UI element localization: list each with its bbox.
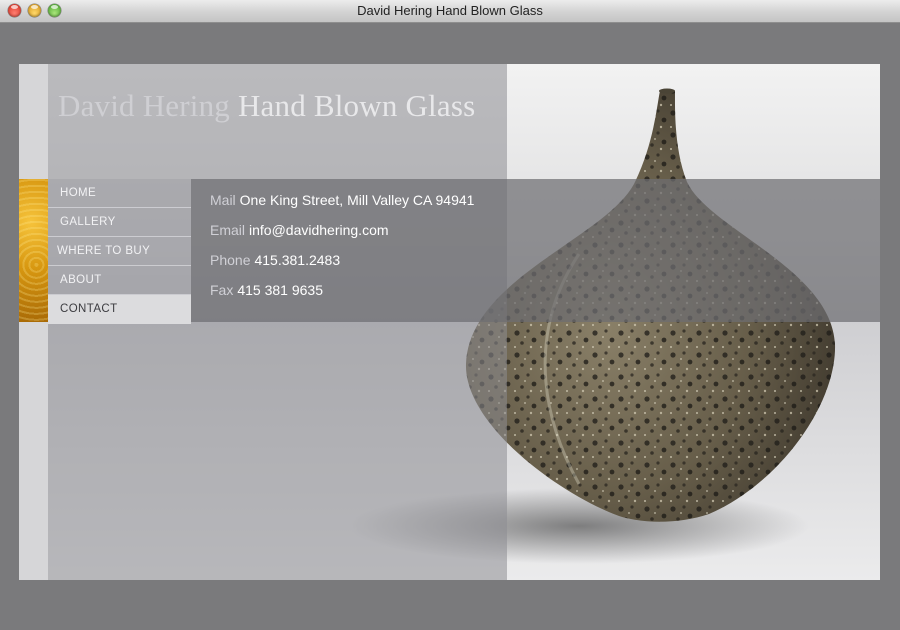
window-title: David Hering Hand Blown Glass [357,3,543,18]
nav-item-gallery[interactable]: GALLERY [48,208,191,237]
contact-fax-row: Fax 415 381 9635 [210,282,323,298]
contact-panel: Mail One King Street, Mill Valley CA 9494… [191,179,880,322]
left-strip [19,64,48,580]
mail-label: Mail [210,192,236,208]
fax-value: 415 381 9635 [237,282,323,298]
phone-value: 415.381.2483 [254,252,341,268]
main-nav: HOME GALLERY WHERE TO BUY ABOUT CONTACT [48,179,191,324]
phone-label: Phone [210,252,251,268]
mail-value: One King Street, Mill Valley CA 94941 [239,192,475,208]
site-title-name: David Hering [58,88,230,123]
window-titlebar: David Hering Hand Blown Glass [0,0,900,23]
site-title-rest: Hand Blown Glass [230,88,476,123]
nav-item-home[interactable]: HOME [48,179,191,208]
contact-phone-row: Phone 415.381.2483 [210,252,340,268]
site-page: David Hering Hand Blown Glass HOME GALLE… [19,64,880,580]
contact-mail-row: Mail One King Street, Mill Valley CA 9494… [210,192,474,208]
nav-item-where-to-buy[interactable]: WHERE TO BUY [48,237,191,266]
amber-glass-swatch [19,179,48,322]
nav-item-about[interactable]: ABOUT [48,266,191,295]
email-label: Email [210,222,246,238]
email-link[interactable]: info@davidhering.com [249,222,389,238]
site-title[interactable]: David Hering Hand Blown Glass [58,88,475,124]
nav-item-contact[interactable]: CONTACT [48,295,191,324]
contact-email-row: Email info@davidhering.com [210,222,389,238]
fax-label: Fax [210,282,234,298]
